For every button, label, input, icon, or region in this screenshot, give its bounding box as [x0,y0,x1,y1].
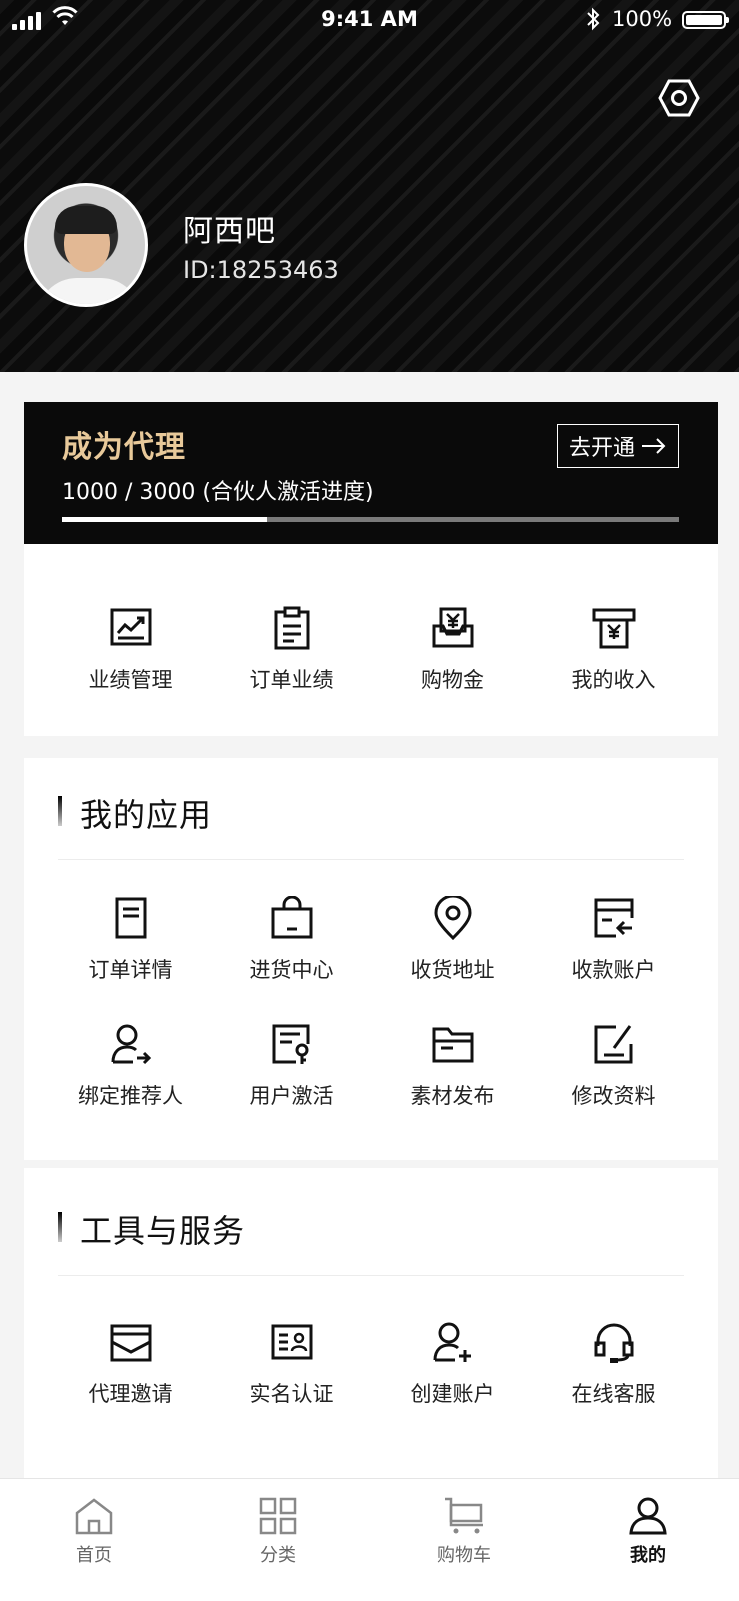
tab-cart[interactable]: 购物车 [404,1497,524,1567]
app-shipping-address[interactable]: 收货地址 [372,896,533,984]
app-material-publish[interactable]: 素材发布 [372,1022,533,1110]
grid-icon [259,1497,297,1535]
card-transfer-icon [594,898,633,938]
agent-progress-text: 1000 / 3000 (合伙人激活进度) [62,480,374,505]
app-label: 素材发布 [410,1084,495,1108]
tab-category[interactable]: 分类 [218,1497,338,1567]
app-order-details[interactable]: 订单详情 [50,896,211,984]
id-card-icon [271,1324,312,1360]
app-user-activation[interactable]: 用户激活 [211,1022,372,1110]
quick-action-shopping-gold[interactable]: 购物金 [372,606,533,694]
section-title: 我的应用 [80,796,213,834]
clipboard-icon [274,606,309,650]
edit-icon [594,1025,632,1064]
battery-icon [682,11,729,29]
app-label: 收货地址 [410,958,495,982]
app-edit-profile[interactable]: 修改资料 [533,1022,694,1110]
quick-action-orders[interactable]: 订单业绩 [211,606,372,694]
activate-button-label: 去开通 [568,436,635,461]
shopping-bag-icon [271,896,312,939]
home-icon [75,1498,113,1535]
tool-label: 在线客服 [571,1382,656,1406]
app-payment-account[interactable]: 收款账户 [533,896,694,984]
activate-button[interactable]: 去开通 [557,424,679,468]
app-label: 进货中心 [249,958,334,982]
app-label: 收款账户 [571,958,656,982]
divider [58,859,684,860]
quick-action-label: 我的收入 [571,668,656,692]
quick-action-income[interactable]: 我的收入 [533,606,694,694]
headset-icon [594,1323,633,1363]
tool-real-name-auth[interactable]: 实名认证 [211,1320,372,1408]
user-add-icon [433,1322,471,1362]
tool-label: 实名认证 [249,1382,334,1406]
bottom-tab-bar: 首页 分类 购物车 我的 [0,1478,739,1601]
profile-header: 9:41 AM 100% 阿西吧 ID:18253463 [0,0,739,372]
user-icon [629,1497,667,1535]
tool-label: 代理邀请 [88,1382,173,1406]
app-label: 绑定推荐人 [78,1084,183,1108]
app-bind-referrer[interactable]: 绑定推荐人 [50,1022,211,1110]
tool-create-account[interactable]: 创建账户 [372,1320,533,1408]
tab-label: 分类 [260,1545,296,1566]
location-pin-icon [433,896,472,940]
tab-label: 我的 [630,1545,666,1566]
progress-bar [62,517,679,522]
my-apps-card: 我的应用 订单详情 进货中心 收货地址 收款账户 绑定推荐人 用户激活 素材发布… [24,758,718,1160]
tab-label: 首页 [76,1545,112,1566]
user-arrow-icon [111,1024,151,1065]
atm-yen-icon [592,608,635,649]
app-purchase-center[interactable]: 进货中心 [211,896,372,984]
arrow-right-icon [642,438,666,454]
settings-icon[interactable] [658,77,700,119]
tab-label: 购物车 [437,1545,491,1566]
tab-mine[interactable]: 我的 [588,1497,708,1567]
quick-action-label: 业绩管理 [88,668,173,692]
cart-icon [445,1497,483,1534]
status-bar: 9:41 AM 100% [0,0,739,40]
tools-card: 工具与服务 代理邀请 实名认证 创建账户 在线客服 [24,1168,718,1478]
quick-action-label: 购物金 [421,668,484,692]
user-name: 阿西吧 [183,214,276,249]
quick-action-performance[interactable]: 业绩管理 [50,606,211,694]
invite-envelope-icon [110,1324,151,1362]
avatar[interactable] [24,183,148,307]
divider [58,1275,684,1276]
header-background [0,0,739,372]
app-label: 订单详情 [88,958,173,982]
yen-tray-icon [432,607,473,648]
battery-percent: 100% [612,7,673,31]
tab-home[interactable]: 首页 [34,1497,154,1567]
user-id: ID:18253463 [183,256,339,284]
tool-agent-invite[interactable]: 代理邀请 [50,1320,211,1408]
app-label: 修改资料 [571,1084,656,1108]
chart-trend-icon [110,608,151,646]
agent-banner: 成为代理 1000 / 3000 (合伙人激活进度) 去开通 [24,402,718,544]
tool-label: 创建账户 [410,1382,495,1406]
quick-action-label: 订单业绩 [249,668,334,692]
app-label: 用户激活 [249,1084,334,1108]
quick-actions-card: 业绩管理 订单业绩 购物金 我的收入 [24,544,718,736]
tool-online-support[interactable]: 在线客服 [533,1320,694,1408]
bluetooth-icon [587,7,600,31]
progress-bar-fill [62,517,268,522]
key-card-icon [272,1024,309,1064]
document-icon [115,897,146,939]
agent-title: 成为代理 [62,430,186,465]
section-title: 工具与服务 [80,1212,246,1250]
folder-icon [432,1027,473,1063]
